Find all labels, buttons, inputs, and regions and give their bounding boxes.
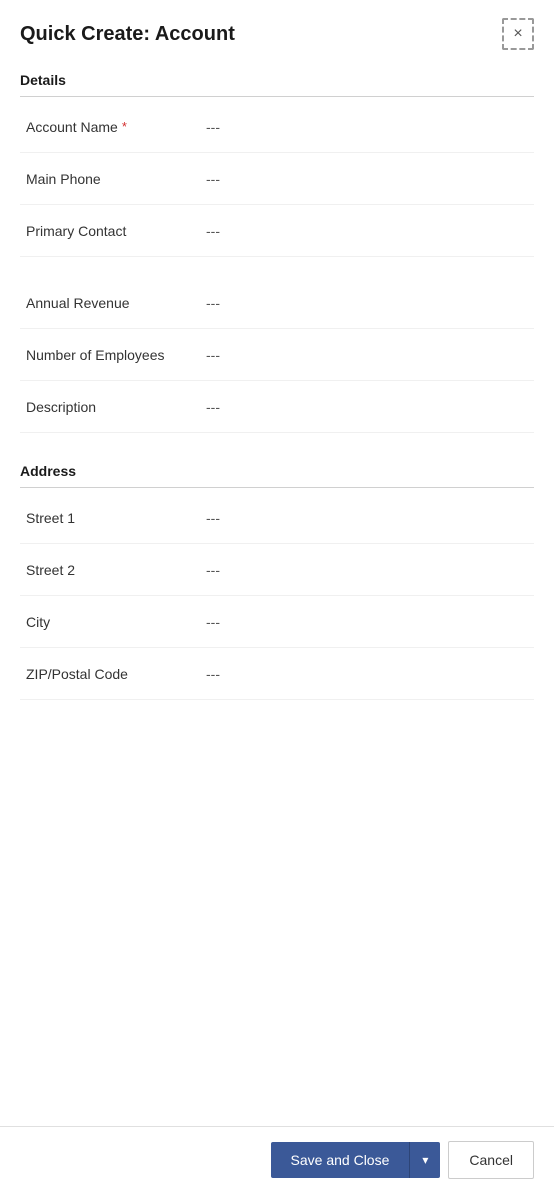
address-gap-top xyxy=(20,433,534,453)
modal-header: Quick Create: Account × xyxy=(0,0,554,62)
save-and-close-button[interactable]: Save and Close xyxy=(271,1142,410,1178)
close-button[interactable]: × xyxy=(502,18,534,50)
account-name-label: Account Name * xyxy=(26,119,206,135)
modal-body: Details Account Name * --- Main Phone --… xyxy=(0,62,554,1126)
save-dropdown-button[interactable]: ▾ xyxy=(409,1142,440,1178)
city-value[interactable]: --- xyxy=(206,614,528,630)
description-label: Description xyxy=(26,399,206,415)
primary-contact-label: Primary Contact xyxy=(26,223,206,239)
save-close-group: Save and Close ▾ xyxy=(271,1142,441,1178)
description-value[interactable]: --- xyxy=(206,399,528,415)
quick-create-modal: Quick Create: Account × Details Account … xyxy=(0,0,554,1193)
main-phone-label: Main Phone xyxy=(26,171,206,187)
street-2-label: Street 2 xyxy=(26,562,206,578)
account-name-value[interactable]: --- xyxy=(206,119,528,135)
zip-postal-label: ZIP/Postal Code xyxy=(26,666,206,682)
modal-footer: Save and Close ▾ Cancel xyxy=(0,1126,554,1193)
street-1-label: Street 1 xyxy=(26,510,206,526)
field-row-street-1: Street 1 --- xyxy=(20,492,534,544)
required-marker: * xyxy=(122,119,127,134)
address-section-header: Address xyxy=(20,453,534,488)
number-of-employees-label: Number of Employees xyxy=(26,347,206,363)
field-row-primary-contact: Primary Contact --- xyxy=(20,205,534,257)
field-row-annual-revenue: Annual Revenue --- xyxy=(20,277,534,329)
number-of-employees-value[interactable]: --- xyxy=(206,347,528,363)
field-row-street-2: Street 2 --- xyxy=(20,544,534,596)
primary-contact-value[interactable]: --- xyxy=(206,223,528,239)
details-gap xyxy=(20,257,534,277)
field-row-number-of-employees: Number of Employees --- xyxy=(20,329,534,381)
main-phone-value[interactable]: --- xyxy=(206,171,528,187)
chevron-down-icon: ▾ xyxy=(422,1153,428,1167)
details-section-header: Details xyxy=(20,62,534,97)
street-1-value[interactable]: --- xyxy=(206,510,528,526)
field-row-account-name: Account Name * --- xyxy=(20,101,534,153)
zip-postal-value[interactable]: --- xyxy=(206,666,528,682)
cancel-button[interactable]: Cancel xyxy=(448,1141,534,1179)
annual-revenue-label: Annual Revenue xyxy=(26,295,206,311)
city-label: City xyxy=(26,614,206,630)
annual-revenue-value[interactable]: --- xyxy=(206,295,528,311)
street-2-value[interactable]: --- xyxy=(206,562,528,578)
field-row-main-phone: Main Phone --- xyxy=(20,153,534,205)
field-row-zip-postal: ZIP/Postal Code --- xyxy=(20,648,534,700)
field-row-description: Description --- xyxy=(20,381,534,433)
modal-title: Quick Create: Account xyxy=(20,23,235,46)
field-row-city: City --- xyxy=(20,596,534,648)
